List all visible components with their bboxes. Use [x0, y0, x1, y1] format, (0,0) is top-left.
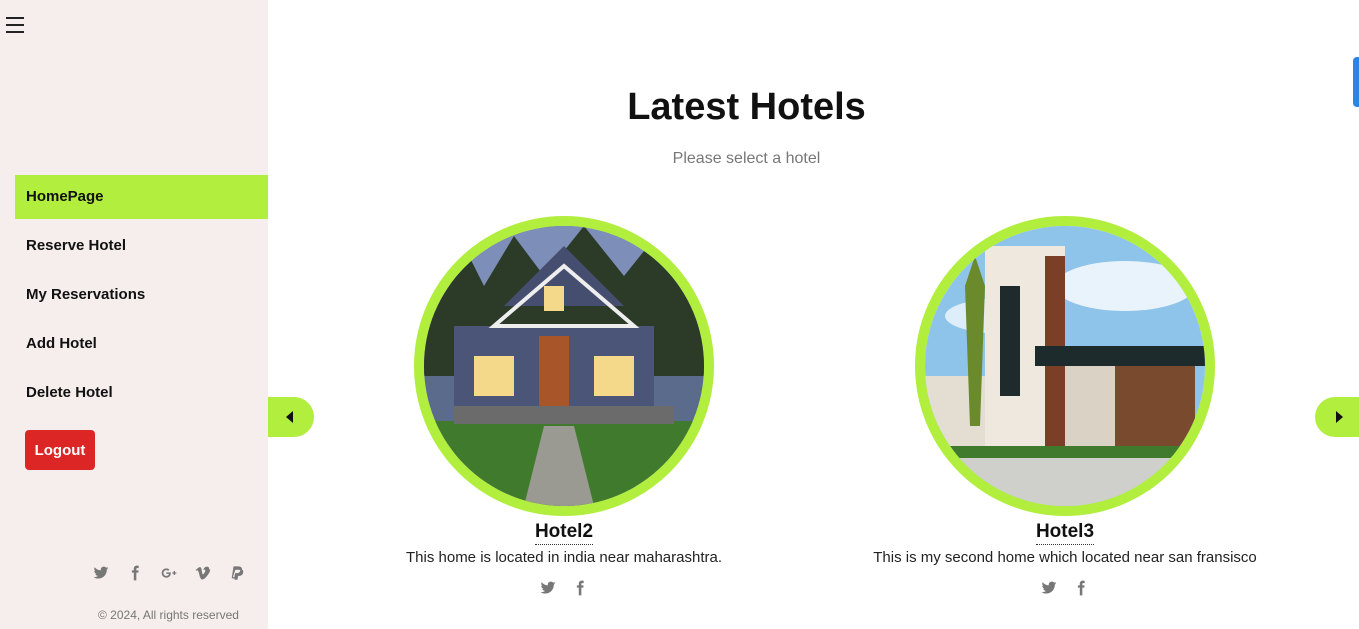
sidebar-social-links: [84, 562, 254, 584]
hotel-image[interactable]: [915, 216, 1215, 516]
hotel-name[interactable]: Hotel3: [1035, 520, 1095, 545]
caret-right-icon: [1336, 411, 1343, 423]
hotel-description: This home is located in india near mahar…: [406, 549, 722, 566]
facebook-icon[interactable]: [1073, 580, 1089, 601]
paypal-icon[interactable]: [220, 562, 254, 584]
sidebar-item-reserve-hotel[interactable]: Reserve Hotel: [15, 224, 268, 268]
sidebar-item-add-hotel[interactable]: Add Hotel: [15, 322, 268, 366]
carousel-next-button[interactable]: [1315, 397, 1359, 437]
twitter-icon[interactable]: [540, 580, 556, 601]
sidebar-item-delete-hotel[interactable]: Delete Hotel: [15, 371, 268, 415]
hamburger-icon[interactable]: [6, 12, 26, 36]
sidebar-item-my-reservations[interactable]: My Reservations: [15, 273, 268, 317]
google-plus-icon[interactable]: [152, 562, 186, 584]
carousel-prev-button[interactable]: [268, 397, 314, 437]
page-subtitle: Please select a hotel: [672, 150, 821, 167]
copyright-text: © 2024, All rights reserved: [98, 608, 239, 622]
facebook-icon[interactable]: [572, 580, 588, 601]
hotel-name[interactable]: Hotel2: [534, 520, 594, 545]
caret-left-icon: [286, 411, 293, 423]
logout-button[interactable]: Logout: [25, 430, 95, 470]
facebook-icon[interactable]: [118, 562, 152, 584]
sidebar: HomePage Reserve Hotel My Reservations A…: [0, 0, 268, 629]
hotel-card[interactable]: Hotel3 This is my second home which loca…: [850, 216, 1280, 601]
twitter-icon[interactable]: [84, 562, 118, 584]
hotel-social-links: [850, 580, 1280, 601]
sidebar-nav: HomePage Reserve Hotel My Reservations A…: [15, 175, 268, 420]
hotel-description: This is my second home which located nea…: [873, 549, 1257, 566]
vimeo-icon[interactable]: [186, 562, 220, 584]
hotel-social-links: [349, 580, 779, 601]
hotel-image[interactable]: [414, 216, 714, 516]
scroll-tab[interactable]: [1353, 57, 1359, 107]
sidebar-item-homepage[interactable]: HomePage: [15, 175, 268, 219]
twitter-icon[interactable]: [1041, 580, 1057, 601]
page: HomePage Reserve Hotel My Reservations A…: [0, 0, 1359, 629]
page-title: Latest Hotels: [627, 86, 866, 128]
hotel-card[interactable]: Hotel2 This home is located in india nea…: [349, 216, 779, 601]
